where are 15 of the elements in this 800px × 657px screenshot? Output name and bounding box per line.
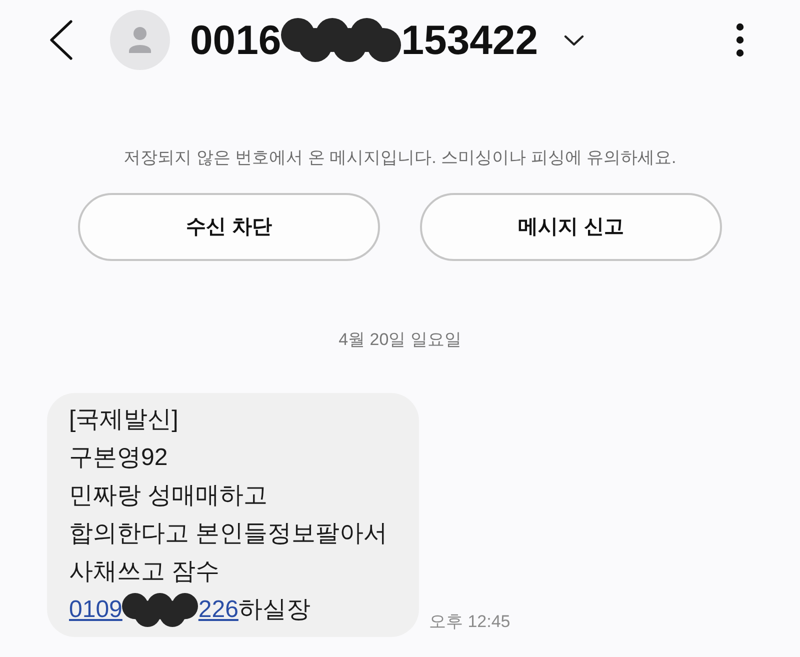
spam-warning-text: 저장되지 않은 번호에서 온 메시지입니다. 스미싱이나 피싱에 유의하세요. <box>124 147 676 169</box>
message-time: 오후 12:45 <box>429 611 510 633</box>
back-button[interactable] <box>48 20 74 60</box>
more-options-icon <box>736 23 744 57</box>
more-options-button[interactable] <box>736 23 744 57</box>
scribble-icon <box>281 18 402 62</box>
contact-title-button[interactable]: 0016 153422 <box>190 15 584 65</box>
report-message-button[interactable]: 메시지 신고 <box>420 193 722 261</box>
scribble-icon <box>122 593 198 627</box>
message-text: [국제발신] 구본영92 민짜랑 성매매하고 합의한다고 본인들정보팔아서 사채쓰고 잠수 0109 226하실장 <box>69 401 397 629</box>
date-divider: 4월 20일 일요일 <box>338 329 462 351</box>
phone-number-link[interactable]: 0109 226 <box>69 591 238 629</box>
back-chevron-icon <box>49 20 73 60</box>
block-number-button[interactable]: 수신 차단 <box>78 193 380 261</box>
chevron-down-icon <box>564 34 584 46</box>
